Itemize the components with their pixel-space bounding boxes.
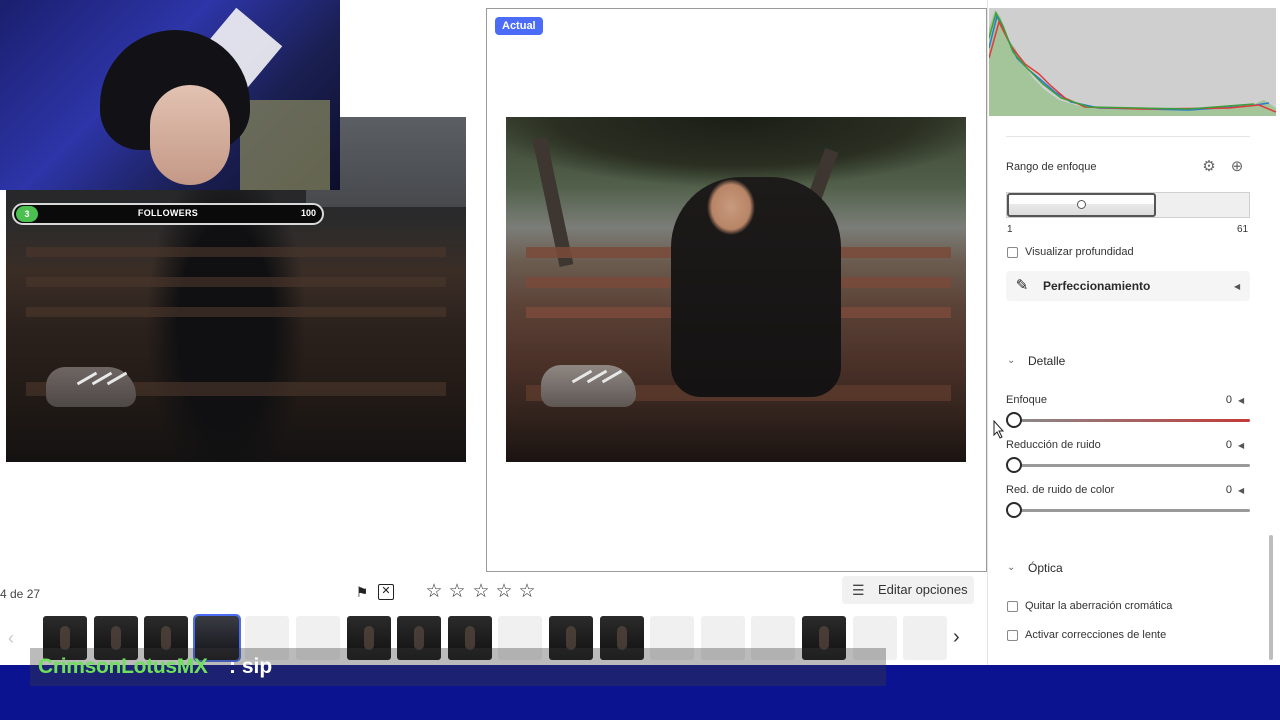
slider-track[interactable] [1014,509,1250,512]
detail-section-title[interactable]: Detalle [1028,354,1065,368]
after-photo-subject [671,177,841,397]
chat-username: CrimsonLotusMX [38,655,208,678]
filmstrip-prev-icon[interactable]: ‹ [8,628,14,649]
focus-range-min: 1 [1007,224,1013,235]
slider-track[interactable] [1014,464,1250,467]
optics-chevron-icon[interactable]: ⌄ [1007,562,1015,573]
after-photo [506,117,966,462]
flag-pick-icon[interactable]: ⚑ [354,584,370,600]
chat-message: : sip [229,655,273,678]
rating-star-4[interactable]: ☆ [494,582,514,602]
actual-badge: Actual [495,17,543,35]
before-bench-slat [26,277,446,287]
before-shoe [46,367,136,407]
focus-range-handle[interactable] [1077,200,1086,209]
slider-thumb[interactable] [1006,412,1022,428]
slider-value: 0 [1225,439,1232,451]
panel-divider [1006,136,1250,137]
slider-reset-icon[interactable]: ◀ [1238,486,1244,495]
rating-star-5[interactable]: ☆ [517,582,537,602]
photo-counter: 4 de 27 [0,587,41,601]
slider-reset-icon[interactable]: ◀ [1238,441,1244,450]
slider-value: 0 [1225,484,1232,496]
slider-thumb[interactable] [1006,457,1022,473]
rating-star-2[interactable]: ☆ [447,582,467,602]
optics-section-title[interactable]: Óptica [1028,561,1063,575]
crosshair-icon[interactable]: ⊕ [1228,158,1246,176]
focus-range-max: 61 [1237,224,1249,235]
chromatic-aberration-checkbox[interactable] [1007,601,1018,612]
followers-goal-bar: 3 FOLLOWERS 100 [12,203,324,225]
slider-label: Reducción de ruido [1006,439,1101,451]
slider-reset-icon[interactable]: ◀ [1238,396,1244,405]
lens-corrections-label: Activar correcciones de lente [1025,629,1167,641]
slider-label: Enfoque [1006,394,1047,406]
slider-label: Red. de ruido de color [1006,484,1115,496]
lens-corrections-checkbox[interactable] [1007,630,1018,641]
after-shoe [541,365,636,407]
slider-value: 0 [1225,394,1232,406]
subject-detect-icon[interactable]: ⚙ [1200,158,1218,176]
mouse-cursor-icon [993,420,1005,439]
depth-visualize-checkbox[interactable] [1007,247,1018,258]
refine-label: Perfeccionamiento [1043,279,1151,293]
detail-chevron-icon[interactable]: ⌄ [1007,355,1015,366]
before-bench-slat [26,247,446,257]
slider-thumb[interactable] [1006,502,1022,518]
rating-star-1[interactable]: ☆ [424,582,444,602]
refine-collapse-icon[interactable]: ◀ [1234,282,1240,291]
filmstrip-next-icon[interactable]: › [953,626,960,649]
panel-scrollbar[interactable] [1269,535,1273,660]
brush-icon: ✎ [1015,277,1029,294]
depth-visualize-label: Visualizar profundidad [1025,246,1134,258]
sliders-icon: ☰ [852,582,865,598]
filmstrip-thumb[interactable] [903,616,948,660]
followers-label: FOLLOWERS [137,208,199,218]
followers-goal: 100 [300,208,316,218]
focus-range-label: Rango de enfoque [1006,161,1097,173]
histogram [989,8,1276,116]
flag-reject-icon[interactable]: ✕ [378,584,394,600]
chromatic-aberration-label: Quitar la aberración cromática [1025,600,1173,612]
rating-star-3[interactable]: ☆ [471,582,491,602]
webcam-shelf [240,100,330,190]
slider-track[interactable] [1014,419,1250,422]
streamer-webcam [0,0,340,190]
before-bench-slat [26,307,446,317]
webcam-person-face [150,85,230,185]
